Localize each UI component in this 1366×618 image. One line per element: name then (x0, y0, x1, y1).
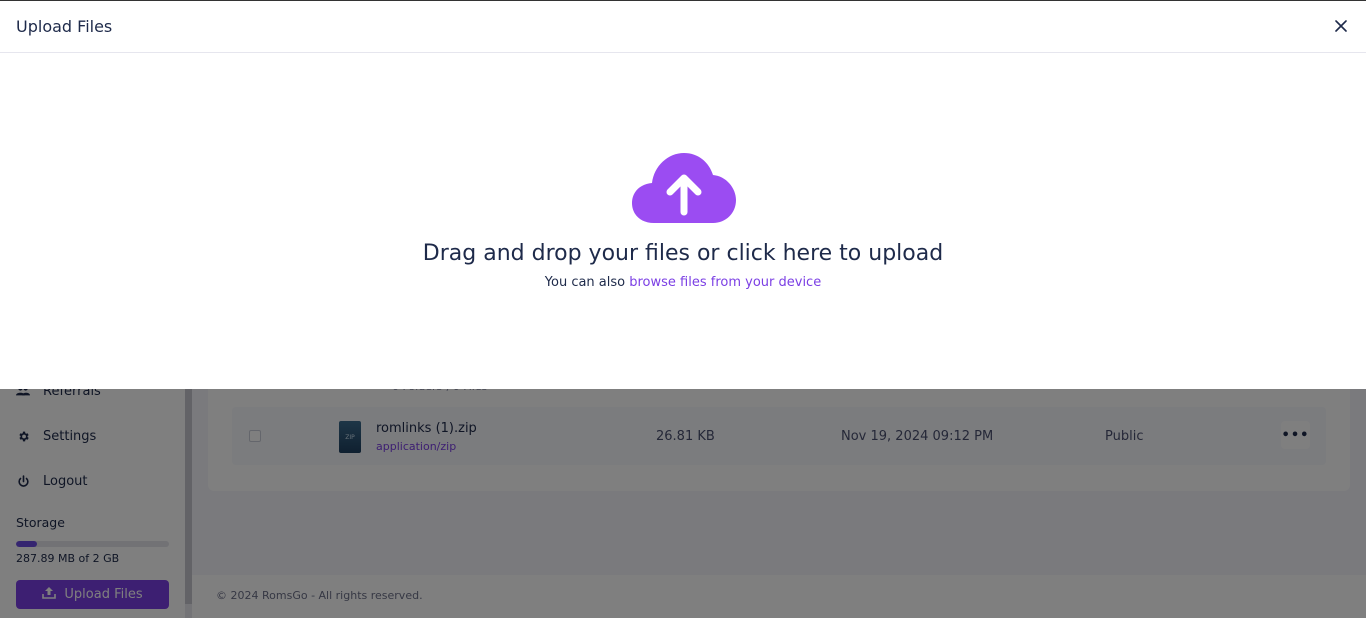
drop-zone-prefix: You can also (544, 275, 630, 290)
cloud-upload-icon (632, 153, 736, 223)
modal-title: Upload Files (16, 17, 113, 36)
file-drop-zone[interactable]: Drag and drop your files or click here t… (0, 53, 1366, 389)
modal-header: Upload Files (0, 1, 1366, 53)
drop-zone-subtitle: You can also browse files from your devi… (0, 275, 1366, 290)
close-button[interactable] (1333, 18, 1349, 34)
browse-files-link[interactable]: browse files from your device (629, 275, 821, 290)
close-icon (1335, 20, 1347, 32)
upload-files-modal: Upload Files Drag and drop your files or… (0, 0, 1366, 389)
drop-zone-title: Drag and drop your files or click here t… (422, 241, 944, 266)
